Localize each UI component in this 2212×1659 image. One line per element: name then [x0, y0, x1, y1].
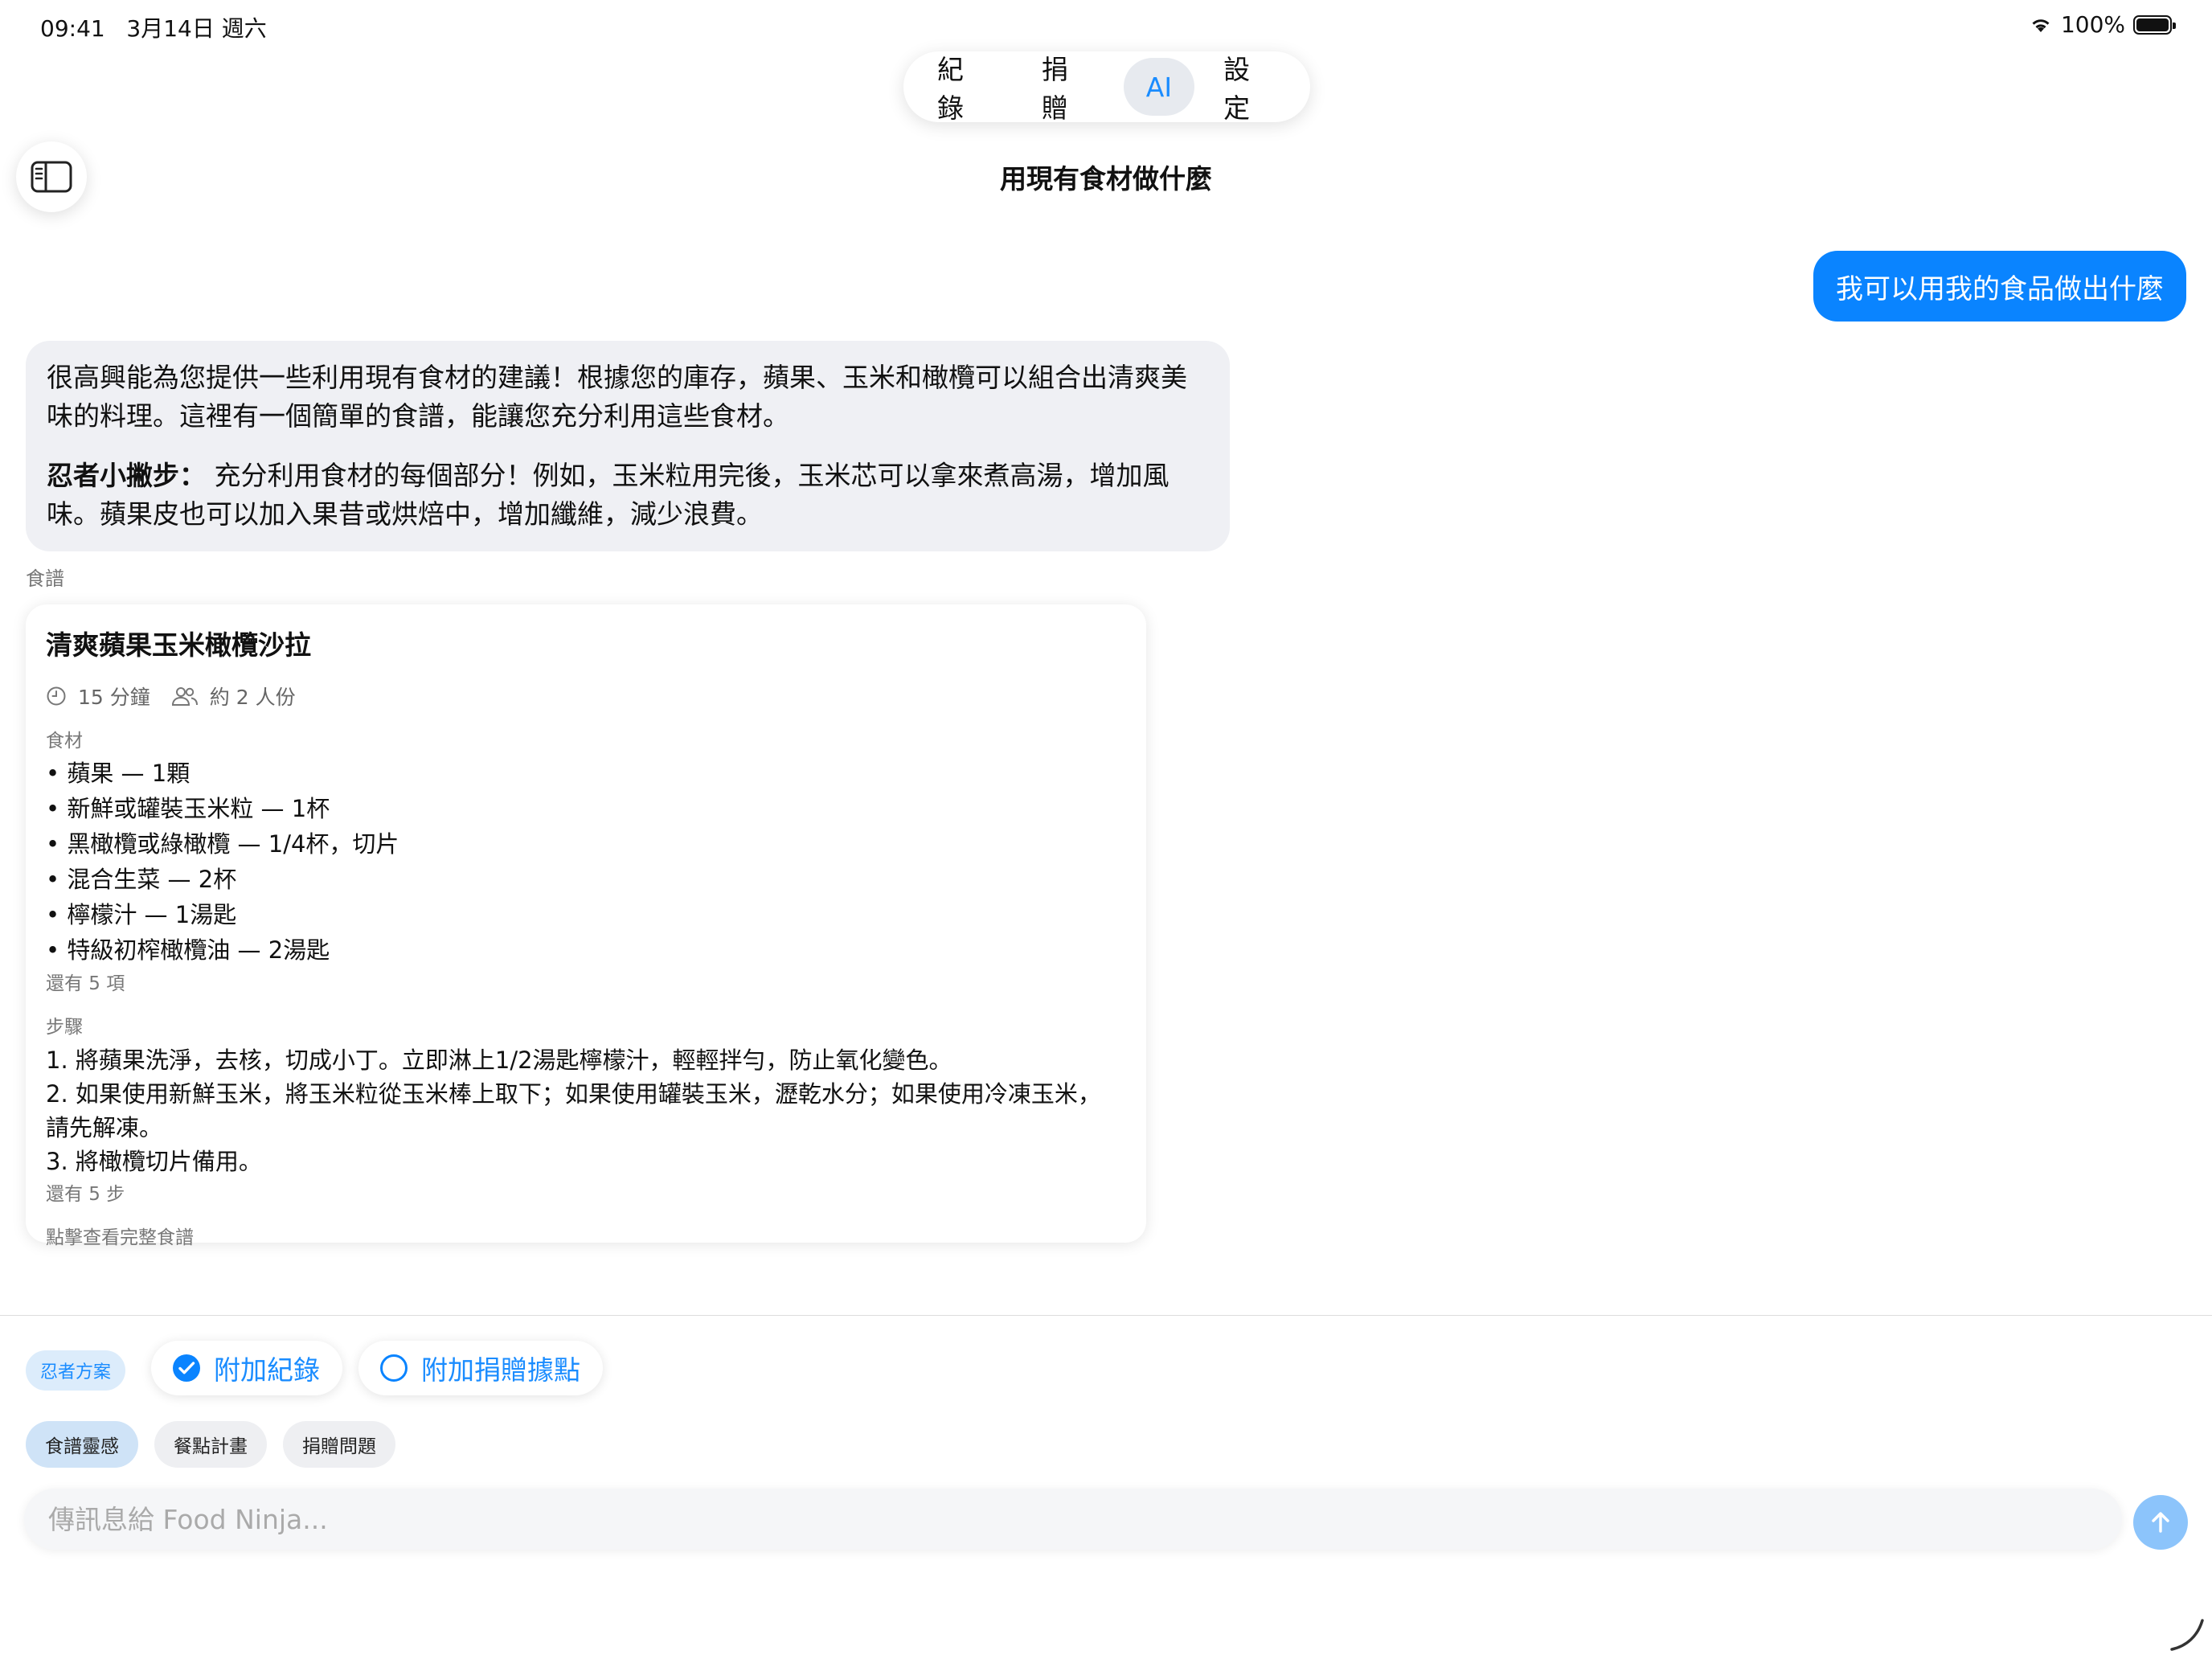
recipe-meta: 15 分鐘 約 2 人份	[46, 682, 1126, 711]
message-input[interactable]	[24, 1489, 2122, 1550]
attach-records-toggle[interactable]: 附加紀錄	[151, 1341, 342, 1395]
recipe-title: 清爽蘋果玉米橄欖沙拉	[46, 629, 311, 661]
page-title: 用現有食材做什麼	[1000, 163, 1212, 195]
chip-donation-questions[interactable]: 捐贈問題	[283, 1421, 395, 1468]
checkmark-circle-icon	[173, 1354, 200, 1382]
battery-percent: 100%	[2060, 11, 2125, 38]
arrow-up-icon	[2152, 1512, 2169, 1533]
top-tab-bar: 紀錄 捐贈 AI 設定	[903, 51, 1310, 124]
chip-recipe-inspiration[interactable]: 食譜靈感	[26, 1421, 138, 1468]
empty-circle-icon	[380, 1354, 408, 1382]
ai-tip-text: 充分利用食材的每個部分！例如，玉米粒用完後，玉米芯可以拿來煮高湯，增加風味。蘋果…	[47, 460, 1169, 530]
recipe-time: 15 分鐘	[78, 686, 150, 709]
steps-more: 還有 5 步	[46, 1184, 125, 1205]
ai-message-paragraph: 很高興能為您提供一些利用現有食材的建議！根據您的庫存，蘋果、玉米和橄欖可以組合出…	[47, 362, 1187, 432]
ingredient-item: • 檸檬汁 — 1湯匙	[46, 901, 237, 928]
ingredients-list: • 蘋果 — 1顆 • 新鮮或罐裝玉米粒 — 1杯 • 黑橄欖或綠橄欖 — 1/…	[46, 756, 1126, 968]
battery-icon	[2133, 14, 2176, 35]
tab-settings[interactable]: 設定	[1201, 54, 1299, 124]
composer-divider	[0, 1315, 2212, 1316]
attach-donation-label: 附加捐贈據點	[421, 1354, 580, 1386]
recipe-section-label: 食譜	[26, 567, 64, 590]
ingredient-item: • 混合生菜 — 2杯	[46, 866, 237, 893]
tab-records[interactable]: 紀錄	[915, 54, 1013, 124]
steps-label: 步驟	[46, 1017, 83, 1038]
view-full-recipe-hint: 點擊查看完整食譜	[46, 1227, 194, 1248]
attach-records-label: 附加紀錄	[214, 1354, 320, 1386]
status-time-date: 09:41 3月14日 週六	[40, 11, 267, 43]
resize-handle-icon[interactable]	[2169, 1616, 2206, 1653]
recipe-servings: 約 2 人份	[209, 686, 296, 709]
ingredient-item: • 新鮮或罐裝玉米粒 — 1杯	[46, 795, 330, 822]
people-icon	[171, 687, 198, 706]
ingredients-label: 食材	[46, 731, 83, 752]
tab-donate[interactable]: 捐贈	[1019, 54, 1117, 124]
recipe-card[interactable]: 清爽蘋果玉米橄欖沙拉 15 分鐘 約 2 人份 食材 • 蘋果 — 1顆 • 新…	[26, 604, 1146, 1248]
attach-donation-toggle[interactable]: 附加捐贈據點	[358, 1341, 603, 1395]
tab-ai[interactable]: AI	[1123, 58, 1195, 116]
plan-badge: 忍者方案	[26, 1350, 126, 1391]
ingredient-item: • 特級初榨橄欖油 — 2湯匙	[46, 936, 330, 964]
send-button[interactable]	[2133, 1495, 2188, 1550]
step-item: 2. 如果使用新鮮玉米，將玉米粒從玉米棒上取下；如果使用罐裝玉米，瀝乾水分；如果…	[46, 1080, 1101, 1141]
wifi-icon	[2032, 18, 2050, 32]
ai-tip: 忍者小撇步： 充分利用食材的每個部分！例如，玉米粒用完後，玉米芯可以拿來煮高湯，…	[47, 457, 1209, 534]
ai-message-bubble: 很高興能為您提供一些利用現有食材的建議！根據您的庫存，蘋果、玉米和橄欖可以組合出…	[26, 341, 1230, 551]
ingredient-item: • 黑橄欖或綠橄欖 — 1/4杯，切片	[46, 830, 399, 858]
step-item: 3. 將橄欖切片備用。	[46, 1148, 262, 1175]
status-date: 3月14日 週六	[126, 15, 267, 42]
user-message-bubble: 我可以用我的食品做出什麼	[1813, 251, 2186, 322]
step-item: 1. 將蘋果洗淨，去核，切成小丁。立即淋上1/2湯匙檸檬汁，輕輕拌勻，防止氧化變…	[46, 1047, 952, 1074]
chip-meal-plan[interactable]: 餐點計畫	[154, 1421, 267, 1468]
ingredients-more: 還有 5 項	[46, 973, 125, 994]
status-indicators: 100%	[2029, 11, 2176, 38]
ingredient-item: • 蘋果 — 1顆	[46, 760, 190, 787]
clock-icon	[47, 686, 66, 706]
ai-tip-title: 忍者小撇步：	[47, 460, 206, 491]
status-time: 09:41	[40, 15, 105, 42]
steps-list: 1. 將蘋果洗淨，去核，切成小丁。立即淋上1/2湯匙檸檬汁，輕輕拌勻，防止氧化變…	[46, 1043, 1126, 1178]
